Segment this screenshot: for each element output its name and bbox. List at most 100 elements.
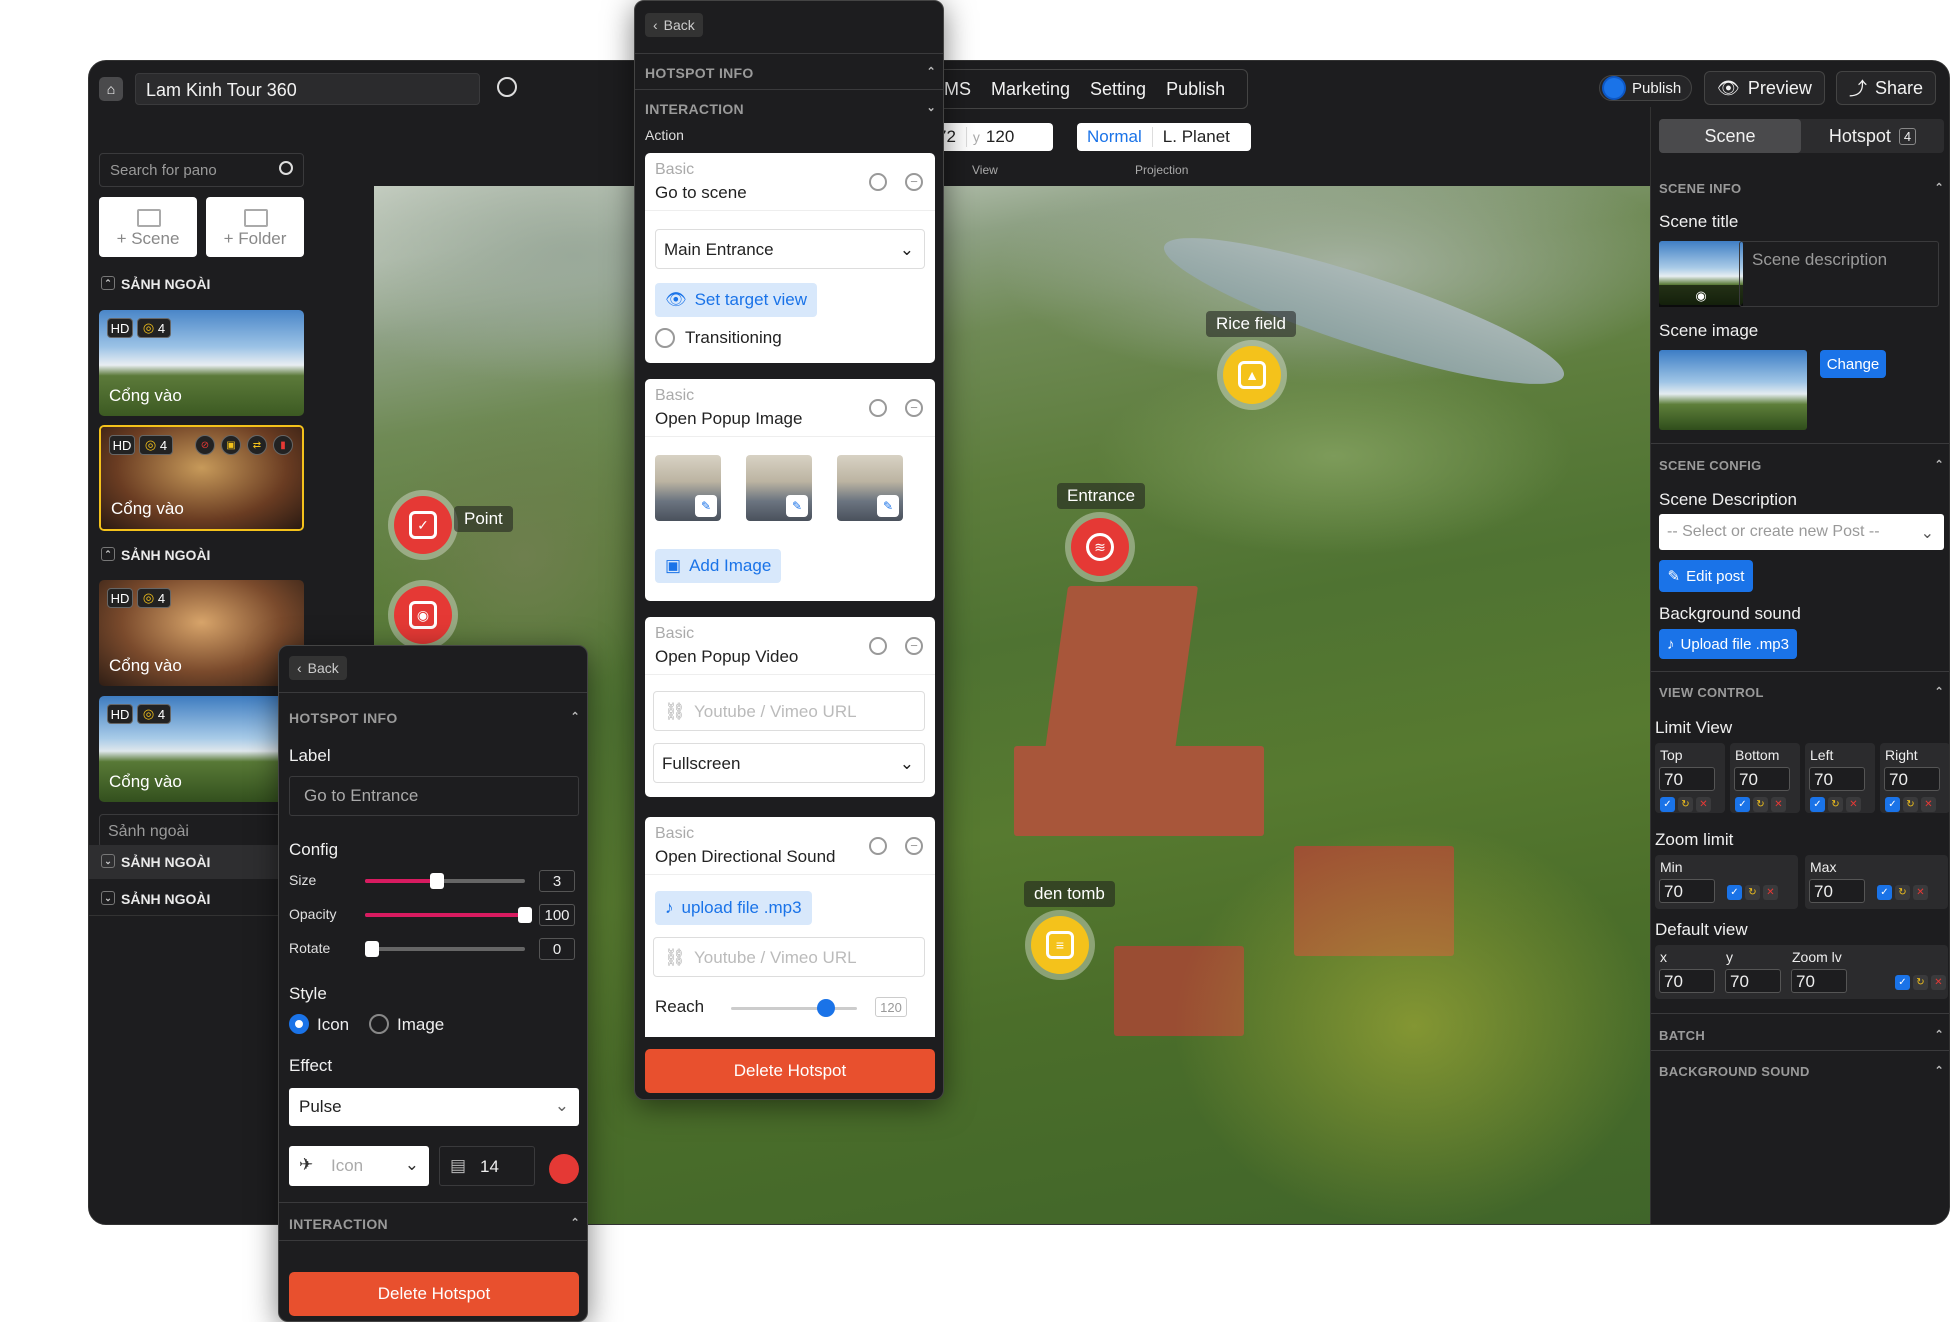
default-y-input[interactable]: 70 — [1725, 969, 1781, 993]
opacity-slider-knob[interactable] — [518, 907, 532, 923]
reset-icon[interactable]: ↻ — [1745, 885, 1760, 900]
back-button[interactable]: ‹ Back — [289, 656, 347, 680]
pencil-icon[interactable]: ✎ — [695, 495, 717, 517]
close-icon[interactable]: ✕ — [1913, 885, 1928, 900]
reset-icon[interactable]: ↻ — [1903, 797, 1918, 812]
gear-icon[interactable] — [869, 837, 887, 855]
delete-icon[interactable]: ▮ — [273, 435, 293, 455]
style-icon-radio[interactable] — [289, 1014, 309, 1034]
limit-right-input[interactable]: 70 — [1884, 767, 1940, 791]
default-zoom-input[interactable]: 70 — [1791, 969, 1847, 993]
hotspot-rice-field[interactable]: ▲ — [1223, 346, 1281, 404]
home-icon[interactable]: ⌂ — [99, 77, 123, 101]
remove-icon[interactable]: − — [905, 637, 923, 655]
globe-icon[interactable] — [497, 77, 517, 97]
check-icon[interactable]: ✓ — [1877, 885, 1892, 900]
reach-value[interactable]: 120 — [875, 997, 907, 1017]
section-batch[interactable]: BATCH ⌃ — [1659, 1028, 1944, 1043]
icon-color-swatch[interactable] — [549, 1154, 579, 1184]
close-icon[interactable]: ✕ — [1931, 975, 1946, 990]
close-icon[interactable]: ✕ — [1771, 797, 1786, 812]
projection-little-planet[interactable]: L. Planet — [1153, 127, 1240, 147]
rotate-slider-knob[interactable] — [365, 941, 379, 957]
opacity-value[interactable]: 100 — [539, 904, 575, 926]
change-image-button[interactable]: Change — [1820, 350, 1886, 378]
reset-icon[interactable]: ↻ — [1678, 797, 1693, 812]
check-icon[interactable]: ✓ — [1810, 797, 1825, 812]
pencil-icon[interactable]: ✎ — [786, 495, 808, 517]
hotspot-entrance[interactable]: ≋ — [1071, 518, 1129, 576]
replace-icon[interactable]: ⇄ — [247, 435, 267, 455]
upload-sound-button[interactable]: ♪ upload file .mp3 — [655, 891, 812, 925]
preview-button[interactable]: 👁 Preview — [1704, 71, 1825, 105]
set-target-view-button[interactable]: 👁 Set target view — [655, 283, 818, 317]
icon-size-input[interactable]: ▤ 14 — [439, 1146, 535, 1186]
close-icon[interactable]: ✕ — [1921, 797, 1936, 812]
section-hotspot-info[interactable]: HOTSPOT INFO ⌃ — [645, 65, 936, 81]
transitioning-checkbox[interactable] — [655, 328, 675, 348]
delete-hotspot-button[interactable]: Delete Hotspot — [645, 1049, 935, 1093]
scene-thumbnail-selected[interactable]: HD ◎ 4 ⊘ ▣ ⇄ ▮ Cổng vào — [99, 425, 304, 531]
search-input[interactable]: Search for pano — [99, 153, 304, 187]
view-y-input[interactable]: 120 — [986, 127, 1014, 147]
group-header[interactable]: ⌃ SẢNH NGOÀI — [89, 267, 374, 301]
hotspot-point[interactable]: ✓ — [394, 496, 452, 554]
section-scene-info[interactable]: SCENE INFO ⌃ — [1659, 181, 1944, 196]
folder-move-icon[interactable]: ▣ — [221, 435, 241, 455]
video-url-input[interactable]: ⛓ Youtube / Vimeo URL — [653, 691, 925, 731]
share-button[interactable]: ⤴ Share — [1836, 71, 1937, 105]
reset-icon[interactable]: ↻ — [1895, 885, 1910, 900]
size-slider-knob[interactable] — [430, 873, 444, 889]
section-hotspot-info[interactable]: HOTSPOT INFO ⌃ — [289, 710, 580, 726]
check-icon[interactable]: ✓ — [1895, 975, 1910, 990]
popup-image-thumb[interactable]: ✎ — [655, 455, 721, 521]
camera-icon[interactable]: ◉ — [1659, 285, 1743, 307]
scene-select[interactable]: Main Entrance ⌄ — [655, 229, 925, 269]
tab-hotspot[interactable]: Hotspot 4 — [1801, 119, 1944, 153]
pencil-icon[interactable]: ✎ — [877, 495, 899, 517]
section-scene-config[interactable]: SCENE CONFIG ⌃ — [1659, 458, 1944, 473]
remove-icon[interactable]: − — [905, 173, 923, 191]
add-folder-button[interactable]: + Folder — [206, 197, 304, 257]
delete-hotspot-button[interactable]: Delete Hotspot — [289, 1272, 579, 1316]
video-mode-select[interactable]: Fullscreen ⌄ — [653, 743, 925, 783]
add-image-button[interactable]: ▣ Add Image — [655, 549, 782, 583]
section-background-sound[interactable]: BACKGROUND SOUND ⌃ — [1659, 1064, 1944, 1079]
scene-thumbnail[interactable]: HD ◎ 4 Cổng vào — [99, 696, 304, 802]
check-icon[interactable]: ✓ — [1727, 885, 1742, 900]
edit-post-button[interactable]: ✎ Edit post — [1659, 560, 1753, 592]
limit-left-input[interactable]: 70 — [1809, 767, 1865, 791]
reset-icon[interactable]: ↻ — [1828, 797, 1843, 812]
sound-url-input[interactable]: ⛓ Youtube / Vimeo URL — [653, 937, 925, 977]
reach-slider-knob[interactable] — [816, 999, 835, 1017]
label-input[interactable]: Go to Entrance — [289, 776, 579, 816]
check-icon[interactable]: ✓ — [1735, 797, 1750, 812]
scene-thumbnail[interactable]: HD ◎ 4 Cổng vào — [99, 310, 304, 416]
publish-toggle[interactable]: Publish — [1599, 75, 1693, 101]
style-image-radio[interactable] — [369, 1014, 389, 1034]
close-icon[interactable]: ✕ — [1763, 885, 1778, 900]
scene-thumbnail[interactable]: HD ◎ 4 Cổng vào — [99, 580, 304, 686]
popup-image-thumb[interactable]: ✎ — [746, 455, 812, 521]
limit-top-input[interactable]: 70 — [1659, 767, 1715, 791]
reset-icon[interactable]: ↻ — [1913, 975, 1928, 990]
check-icon[interactable]: ✓ — [1885, 797, 1900, 812]
upload-mp3-button[interactable]: ♪ Upload file .mp3 — [1659, 629, 1797, 659]
projection-normal[interactable]: Normal — [1077, 127, 1153, 147]
close-icon[interactable]: ✕ — [1846, 797, 1861, 812]
hotspot-tomb[interactable]: ≡ — [1031, 916, 1089, 974]
opacity-slider[interactable] — [365, 907, 532, 923]
menu-item-setting[interactable]: Setting — [1080, 79, 1156, 100]
size-value[interactable]: 3 — [539, 870, 575, 892]
icon-select[interactable]: ✈ Icon ⌄ — [289, 1146, 429, 1186]
close-icon[interactable]: ✕ — [1696, 797, 1711, 812]
hide-icon[interactable]: ⊘ — [195, 435, 215, 455]
scene-description-input[interactable]: Scene description — [1739, 241, 1939, 307]
post-select[interactable]: -- Select or create new Post -- ⌄ — [1659, 514, 1944, 550]
remove-icon[interactable]: − — [905, 837, 923, 855]
subfolder-input[interactable]: Sảnh ngoài — [99, 814, 304, 848]
rotate-value[interactable]: 0 — [539, 938, 575, 960]
hotspot-camera[interactable]: ◉ — [394, 586, 452, 644]
gear-icon[interactable] — [869, 173, 887, 191]
rotate-slider[interactable] — [365, 941, 525, 957]
